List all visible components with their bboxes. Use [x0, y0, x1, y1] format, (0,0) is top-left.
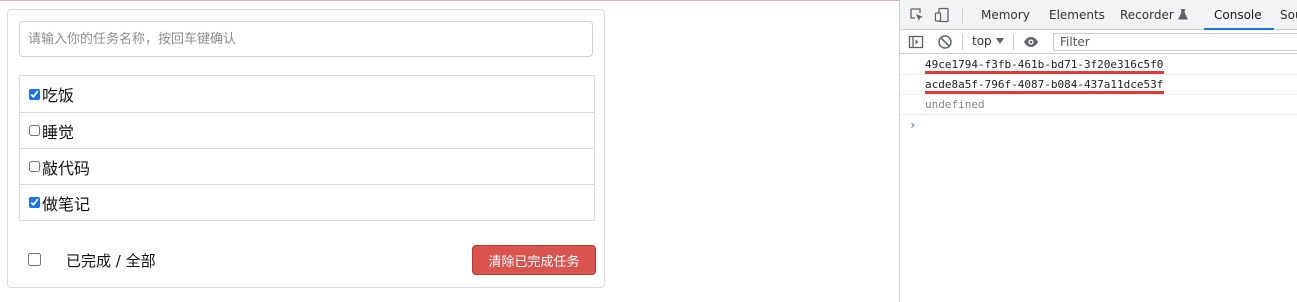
- toolbar-divider: [1013, 34, 1014, 50]
- tab-recorder-label: Recorder: [1120, 7, 1174, 22]
- context-selector[interactable]: top: [972, 34, 1004, 48]
- completed-summary: 已完成 / 全部: [66, 252, 156, 270]
- tab-sources[interactable]: Sou: [1280, 0, 1297, 29]
- console-message-text: 49ce1794-f3fb-461b-bd71-3f20e316c5f0: [925, 58, 1164, 71]
- devtools-tabbar: Memory Elements Recorder Console Sou: [900, 0, 1297, 30]
- inspect-element-icon[interactable]: [909, 7, 925, 23]
- list-item: 做笔记: [20, 184, 594, 220]
- sidebar-toggle-icon[interactable]: [908, 34, 924, 50]
- todo-item-text: 做笔记: [42, 194, 91, 214]
- todo-item-label[interactable]: 做笔记: [29, 191, 90, 215]
- devtools-panel: Memory Elements Recorder Console Sou: [899, 0, 1297, 302]
- todo-item-label[interactable]: 敲代码: [29, 155, 90, 179]
- todo-list: 吃饭 睡觉 敲代码 做笔记: [19, 75, 595, 221]
- todo-checkbox[interactable]: [29, 197, 40, 208]
- toolbar-divider: [962, 7, 963, 23]
- console-message: undefined: [900, 95, 1297, 115]
- select-all-checkbox[interactable]: [28, 253, 41, 266]
- todo-item-label[interactable]: 吃饭: [29, 82, 74, 106]
- todo-item-text: 睡觉: [42, 122, 75, 142]
- list-item: 敲代码: [20, 148, 594, 184]
- todo-item-text: 吃饭: [42, 86, 75, 105]
- highlight-underline: [925, 91, 1164, 94]
- list-item: 吃饭: [20, 76, 594, 112]
- console-message-text: acde8a5f-796f-4087-b084-437a11dce53f: [925, 78, 1164, 91]
- todo-footer: 已完成 / 全部 清除已完成任务: [8, 244, 604, 276]
- todo-item-label[interactable]: 睡觉: [29, 119, 74, 143]
- top-border: [0, 0, 900, 1]
- context-label: top: [972, 34, 992, 48]
- toolbar-divider: [962, 34, 963, 50]
- console-prompt-icon[interactable]: ›: [909, 118, 916, 132]
- todo-checkbox[interactable]: [29, 161, 40, 172]
- clear-completed-button[interactable]: 清除已完成任务: [472, 245, 596, 275]
- list-item: 睡觉: [20, 112, 594, 148]
- todo-checkbox[interactable]: [29, 88, 40, 100]
- tab-recorder[interactable]: Recorder: [1120, 0, 1188, 29]
- clear-console-icon[interactable]: [937, 34, 953, 50]
- tab-memory[interactable]: Memory: [981, 0, 1030, 29]
- console-filter-input[interactable]: [1053, 33, 1297, 51]
- console-toolbar: top: [900, 30, 1297, 54]
- task-name-input[interactable]: [19, 21, 593, 57]
- console-output: 49ce1794-f3fb-461b-bd71-3f20e316c5f0 acd…: [900, 55, 1297, 132]
- highlight-underline: [925, 71, 1164, 74]
- console-message: 49ce1794-f3fb-461b-bd71-3f20e316c5f0: [900, 55, 1297, 75]
- dropdown-caret-icon: [995, 38, 1004, 44]
- console-message-text: undefined: [925, 98, 985, 111]
- todo-item-text: 敲代码: [42, 158, 91, 178]
- tab-elements[interactable]: Elements: [1049, 0, 1105, 29]
- console-message: acde8a5f-796f-4087-b084-437a11dce53f: [900, 75, 1297, 95]
- todo-panel: 吃饭 睡觉 敲代码 做笔记 已完成 / 全部 清除已完成任务: [7, 9, 605, 288]
- eye-icon[interactable]: [1023, 34, 1039, 50]
- flask-icon: [1177, 9, 1188, 20]
- todo-checkbox[interactable]: [29, 125, 40, 136]
- device-toggle-icon[interactable]: [934, 7, 950, 23]
- tab-console[interactable]: Console: [1204, 0, 1274, 30]
